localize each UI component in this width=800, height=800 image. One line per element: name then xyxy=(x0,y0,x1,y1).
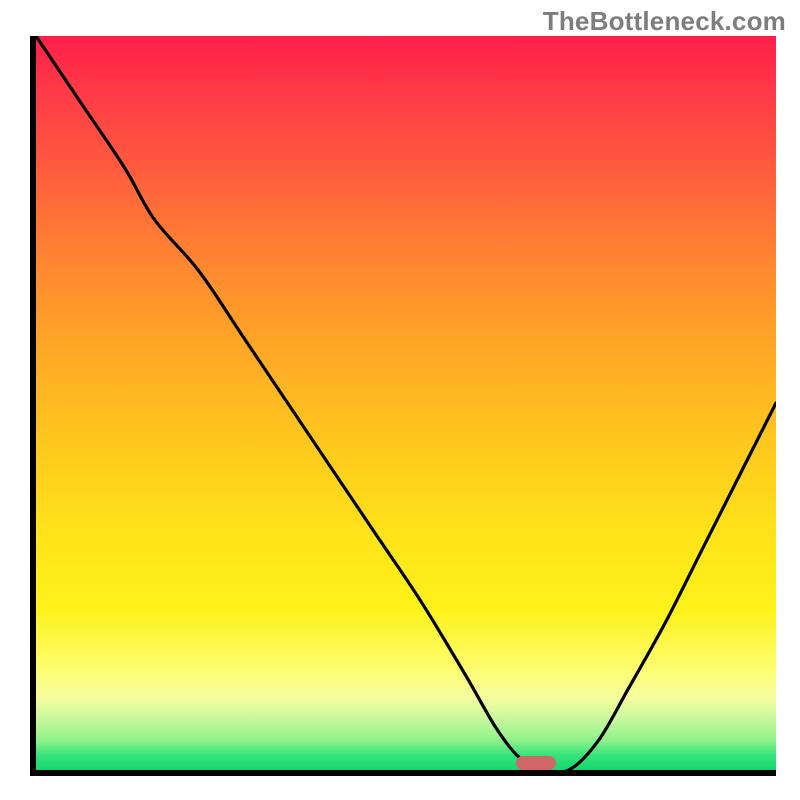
watermark-text: TheBottleneck.com xyxy=(543,6,786,37)
optimal-marker xyxy=(516,756,556,770)
chart-area xyxy=(30,36,776,776)
heat-gradient-background xyxy=(36,36,776,770)
